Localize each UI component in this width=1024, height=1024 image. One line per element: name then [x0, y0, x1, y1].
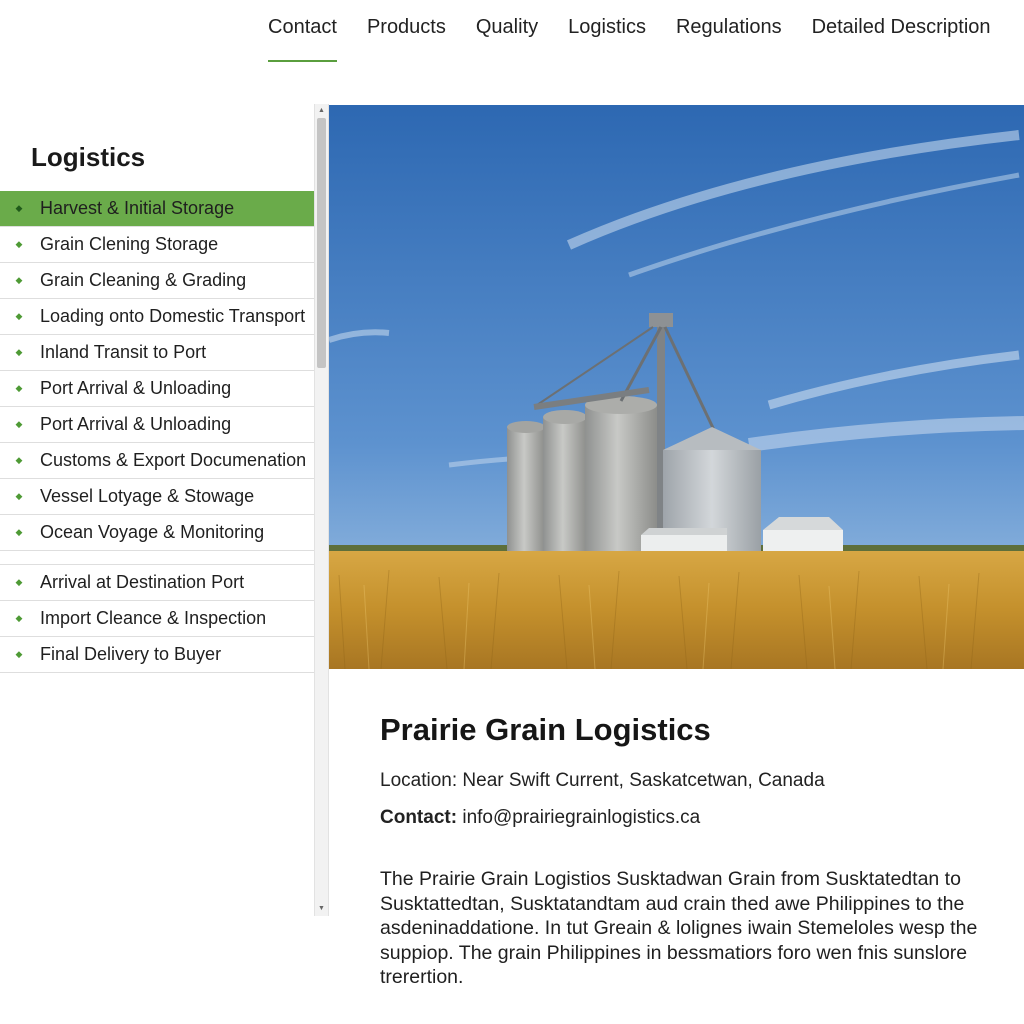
sidebar-item-inland-transit-to-port[interactable]: ◆ Inland Transit to Port [0, 335, 314, 371]
bullet-diamond-icon: ◆ [15, 613, 23, 623]
sidebar-item-harvest-initial-storage[interactable]: ◆ Harvest & Initial Storage [0, 191, 314, 227]
sidebar-item-label: Loading onto Domestic Transport [40, 306, 306, 326]
sidebar-item-label: Final Delivery to Buyer [40, 644, 222, 664]
location-line: Location: Near Swift Current, Saskatcetw… [380, 770, 825, 792]
top-nav: Contact Products Quality Logistics Regulatio… [268, 0, 1024, 66]
bullet-diamond-icon: ◆ [15, 455, 23, 465]
sidebar-list: ◆ Harvest & Initial Storage ◆ Grain Clening… [0, 191, 314, 673]
company-title: Prairie Grain Logistics [380, 712, 711, 747]
sidebar-item-label: Vessel Lotyage & Stowage [40, 486, 255, 506]
tab-contact[interactable]: Contact [268, 0, 337, 62]
sidebar-item-port-arrival-unloading[interactable]: ◆ Port Arrival & Unloading [0, 407, 314, 443]
sidebar-item-ocean-voyage-monitoring[interactable]: ◆ Ocean Voyage & Monitoring [0, 515, 314, 551]
contact-label: Contact: [380, 807, 458, 828]
bullet-diamond-icon: ◆ [15, 275, 23, 285]
contact-email[interactable]: info@prairiegrainlogistics.ca [462, 807, 700, 828]
location-label: Location: [380, 770, 458, 791]
sidebar-divider [0, 551, 314, 565]
company-details: Prairie Grain Logistics Location: Near S… [380, 712, 1020, 988]
sidebar-item-port-arrival-unloading[interactable]: ◆ Port Arrival & Unloading [0, 371, 314, 407]
bullet-diamond-icon: ◆ [15, 239, 23, 249]
hero-image [329, 105, 1024, 669]
sidebar-scrollbar[interactable]: ▲ ▼ [314, 104, 329, 916]
logistics-sidebar: Logistics ◆ Harvest & Initial Storage ◆ Gra… [0, 106, 314, 916]
sidebar-item-import-cleance-inspection[interactable]: ◆ Import Cleance & Inspection [0, 601, 314, 637]
bullet-diamond-icon: ◆ [15, 347, 23, 357]
contact-line: Contact: info@prairiegrainlogistics.ca [380, 807, 700, 829]
sidebar-item-grain-clening-storage[interactable]: ◆ Grain Clening Storage [0, 227, 314, 263]
grain-elevator-photo [329, 105, 1024, 669]
bullet-diamond-icon: ◆ [15, 649, 23, 659]
sidebar-item-label: Port Arrival & Unloading [40, 414, 232, 434]
bullet-diamond-icon: ◆ [15, 419, 23, 429]
sidebar-item-grain-cleaning-grading[interactable]: ◆ Grain Cleaning & Grading [0, 263, 314, 299]
company-description: The Prairie Grain Logistios Susktadwan G… [380, 868, 978, 988]
bullet-diamond-icon: ◆ [15, 577, 23, 587]
sidebar-title: Logistics [31, 142, 146, 172]
tab-detailed-description[interactable]: Detailed Description [812, 0, 991, 39]
sidebar-item-label: Inland Transit to Port [40, 342, 207, 362]
bullet-diamond-icon: ◆ [15, 491, 23, 501]
sidebar-item-label: Harvest & Initial Storage [40, 198, 235, 218]
sidebar-item-loading-onto-domestic-transport[interactable]: ◆ Loading onto Domestic Transport [0, 299, 314, 335]
location-value: Near Swift Current, Saskatcetwan, Canada [462, 770, 825, 791]
scrollbar-thumb[interactable] [317, 118, 326, 368]
sidebar-item-label: Grain Clening Storage [40, 234, 219, 254]
sidebar-item-customs-export-documenation[interactable]: ◆ Customs & Export Documenation [0, 443, 314, 479]
sidebar-item-label: Ocean Voyage & Monitoring [40, 522, 265, 542]
sidebar-item-vessel-lotyage-stowage[interactable]: ◆ Vessel Lotyage & Stowage [0, 479, 314, 515]
scroll-down-arrow-icon[interactable]: ▼ [315, 903, 328, 915]
sidebar-item-label: Port Arrival & Unloading [40, 378, 232, 398]
sidebar-item-label: Customs & Export Documenation [40, 450, 307, 470]
sidebar-item-arrival-at-destination-port[interactable]: ◆ Arrival at Destination Port [0, 565, 314, 601]
tab-products[interactable]: Products [367, 0, 446, 39]
scroll-up-arrow-icon[interactable]: ▲ [315, 105, 328, 117]
sidebar-item-label: Arrival at Destination Port [40, 572, 245, 592]
sidebar-item-label: Grain Cleaning & Grading [40, 270, 247, 290]
sidebar-item-label: Import Cleance & Inspection [40, 608, 267, 628]
bullet-diamond-icon: ◆ [15, 383, 23, 393]
tab-logistics[interactable]: Logistics [568, 0, 646, 39]
sidebar-item-final-delivery-to-buyer[interactable]: ◆ Final Delivery to Buyer [0, 637, 314, 673]
bullet-diamond-icon: ◆ [15, 203, 23, 213]
tab-quality[interactable]: Quality [476, 0, 538, 39]
tab-regulations[interactable]: Regulations [676, 0, 782, 39]
bullet-diamond-icon: ◆ [15, 311, 23, 321]
bullet-diamond-icon: ◆ [15, 527, 23, 537]
